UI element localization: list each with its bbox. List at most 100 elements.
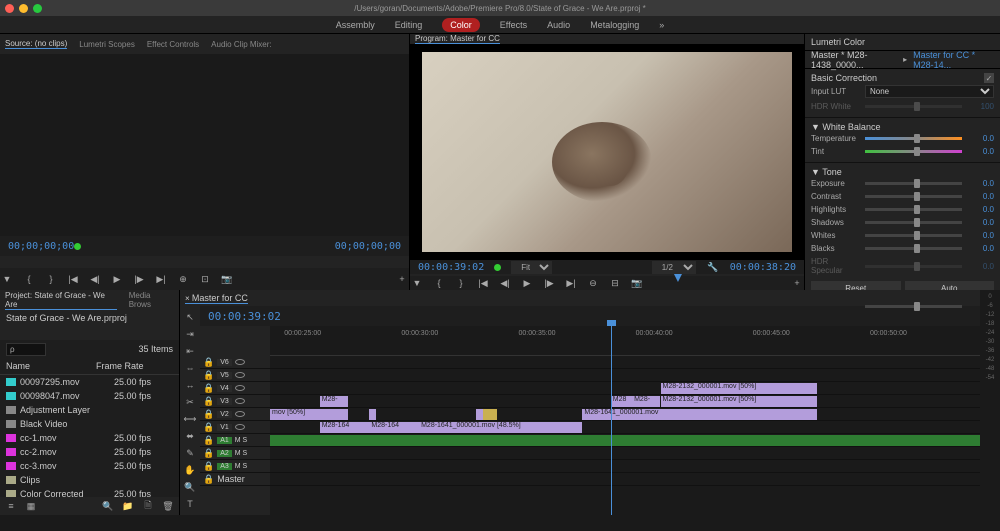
goto-out-icon[interactable]: ▶| — [564, 276, 578, 290]
timeline-clip[interactable]: M28- — [320, 396, 348, 407]
timeline-clip[interactable] — [476, 409, 483, 420]
blacks-value[interactable]: 0.0 — [966, 244, 994, 253]
whites-slider[interactable] — [865, 234, 962, 237]
project-item[interactable]: cc-2.mov25.00 fps — [0, 445, 179, 459]
add-marker-icon[interactable]: ▼ — [0, 272, 14, 286]
eye-icon[interactable] — [235, 424, 245, 430]
section-basic-correction[interactable]: Basic Correction✓ — [811, 73, 994, 83]
zoom-tool-icon[interactable]: 🔍 — [183, 480, 197, 494]
col-name[interactable]: Name — [6, 361, 96, 371]
project-list[interactable]: 00097295.mov25.00 fps00098047.mov25.00 f… — [0, 375, 179, 497]
chevron-down-icon[interactable]: ▸ — [903, 55, 907, 64]
track-header-A2[interactable]: 🔒A2M S — [200, 447, 270, 460]
exposure-value[interactable]: 0.0 — [966, 179, 994, 188]
playhead[interactable] — [611, 326, 612, 515]
contrast-value[interactable]: 0.0 — [966, 192, 994, 201]
timeline-clip[interactable]: M28-164 — [320, 422, 370, 433]
lock-icon[interactable]: 🔒 — [203, 422, 214, 433]
project-item[interactable]: cc-1.mov25.00 fps — [0, 431, 179, 445]
step-fwd-icon[interactable]: |▶ — [542, 276, 556, 290]
timeline-clip[interactable]: M28-2132_000001.mov [50%] — [661, 396, 817, 407]
lock-icon[interactable]: 🔒 — [203, 370, 214, 381]
project-item[interactable]: 00098047.mov25.00 fps — [0, 389, 179, 403]
track-header-V5[interactable]: 🔒V5 — [200, 369, 270, 382]
track-header-V6[interactable]: 🔒V6 — [200, 356, 270, 369]
temp-value[interactable]: 0.0 — [966, 134, 994, 143]
saturation-slider[interactable] — [865, 305, 962, 308]
eye-icon[interactable] — [235, 359, 245, 365]
program-monitor[interactable] — [410, 44, 804, 260]
timeline-clip[interactable]: M28-164 — [369, 422, 419, 433]
mark-in-icon[interactable]: { — [432, 276, 446, 290]
new-bin-icon[interactable]: 📁 — [121, 499, 135, 513]
minimize-window[interactable] — [19, 4, 28, 13]
timeline-clip[interactable]: M28- — [632, 396, 660, 407]
contrast-slider[interactable] — [865, 195, 962, 198]
hand-tool-icon[interactable]: ✋ — [183, 463, 197, 477]
workspace-color[interactable]: Color — [442, 18, 480, 32]
track-header-A1[interactable]: 🔒A1M S — [200, 434, 270, 447]
source-monitor[interactable] — [0, 54, 409, 236]
tab-sequence[interactable]: × Master for CC — [185, 293, 248, 304]
type-tool-icon[interactable]: T — [183, 497, 197, 511]
col-framerate[interactable]: Frame Rate — [96, 361, 146, 371]
timeline-clip[interactable]: M28-1641_000001.mov — [582, 409, 816, 420]
play-icon[interactable]: ▶ — [520, 276, 534, 290]
program-tc-current[interactable]: 00:00:39:02 — [418, 262, 484, 273]
step-fwd-icon[interactable]: |▶ — [132, 272, 146, 286]
highlights-value[interactable]: 0.0 — [966, 205, 994, 214]
mark-out-icon[interactable]: } — [44, 272, 58, 286]
new-item-icon[interactable]: 🗎 — [141, 499, 155, 513]
lock-icon[interactable]: 🔒 — [203, 396, 214, 407]
export-frame-icon[interactable]: 📷 — [630, 276, 644, 290]
workspace-effects[interactable]: Effects — [500, 20, 527, 30]
track-header-V4[interactable]: 🔒V4 — [200, 382, 270, 395]
whites-value[interactable]: 0.0 — [966, 231, 994, 240]
timeline-tracks[interactable]: 00:00:25:0000:00:30:0000:00:35:0000:00:4… — [270, 326, 980, 515]
lock-icon[interactable]: 🔒 — [203, 448, 214, 459]
exposure-slider[interactable] — [865, 182, 962, 185]
workspace-editing[interactable]: Editing — [395, 20, 423, 30]
overwrite-icon[interactable]: ⊡ — [198, 272, 212, 286]
lock-icon[interactable]: 🔒 — [203, 474, 214, 485]
timeline-clip[interactable]: M28 — [611, 396, 632, 407]
track-header-A3[interactable]: 🔒A3M S — [200, 460, 270, 473]
track-header-V2[interactable]: 🔒V2 — [200, 408, 270, 421]
zoom-fit[interactable]: Fit — [511, 261, 552, 274]
eye-icon[interactable] — [235, 398, 245, 404]
tint-slider[interactable] — [865, 150, 962, 153]
extract-icon[interactable]: ⊟ — [608, 276, 622, 290]
shadows-value[interactable]: 0.0 — [966, 218, 994, 227]
resolution-select[interactable]: 1/2 — [652, 261, 696, 274]
lock-icon[interactable]: 🔒 — [203, 357, 214, 368]
close-window[interactable] — [5, 4, 14, 13]
project-item[interactable]: cc-3.mov25.00 fps — [0, 459, 179, 473]
timeline-clip[interactable] — [369, 409, 376, 420]
list-view-icon[interactable]: ≡ — [4, 499, 18, 513]
razor-tool-icon[interactable]: ✂ — [183, 395, 197, 409]
insert-icon[interactable]: ⊕ — [176, 272, 190, 286]
timeline-clip[interactable]: M28-1641_000001.mov [48.5%] — [419, 422, 582, 433]
lumetri-clip[interactable]: Master for CC * M28-14... — [913, 50, 994, 70]
lift-icon[interactable]: ⊖ — [586, 276, 600, 290]
pen-tool-icon[interactable]: ✎ — [183, 446, 197, 460]
tab-program[interactable]: Program: Master for CC — [415, 34, 500, 44]
track-header-V3[interactable]: 🔒V3 — [200, 395, 270, 408]
lock-icon[interactable]: 🔒 — [203, 435, 214, 446]
settings-icon[interactable]: + — [790, 276, 804, 290]
settings-icon[interactable]: + — [395, 272, 409, 286]
lumetri-title[interactable]: Lumetri Color — [805, 34, 1000, 51]
project-item[interactable]: 00097295.mov25.00 fps — [0, 375, 179, 389]
shadows-slider[interactable] — [865, 221, 962, 224]
eye-icon[interactable] — [235, 372, 245, 378]
timeline-tc[interactable]: 00:00:39:02 — [208, 310, 281, 323]
goto-in-icon[interactable]: |◀ — [476, 276, 490, 290]
lumetri-master[interactable]: Master * M28-1438_0000... — [811, 50, 897, 70]
project-item[interactable]: Clips — [0, 473, 179, 487]
program-scrubber[interactable] — [410, 274, 804, 276]
rolling-edit-icon[interactable]: ⇔ — [183, 361, 197, 375]
source-tc-out[interactable]: 00;00;00;00 — [335, 241, 401, 252]
workspace-assembly[interactable]: Assembly — [336, 20, 375, 30]
export-frame-icon[interactable]: 📷 — [220, 272, 234, 286]
tab-audio-clip-mixer[interactable]: Audio Clip Mixer: — [211, 40, 271, 49]
